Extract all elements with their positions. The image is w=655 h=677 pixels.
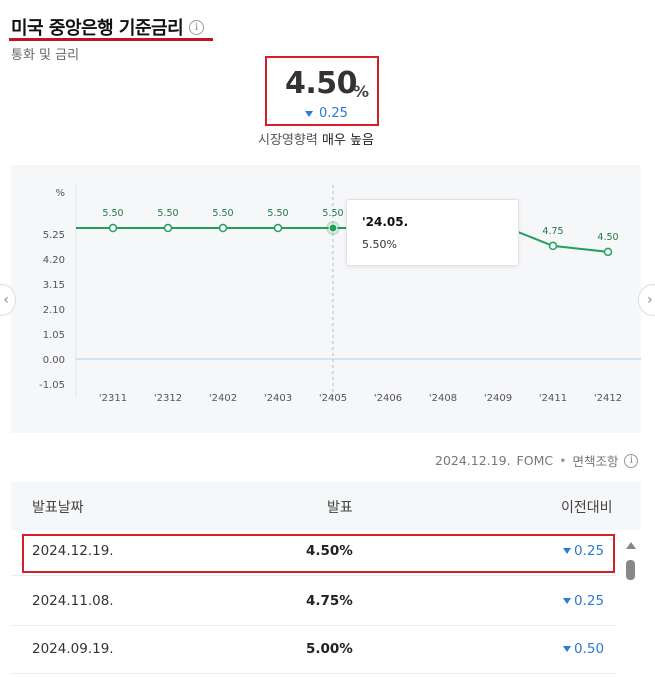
y-tick-label: 2.10	[43, 305, 65, 316]
title-underline	[9, 38, 213, 41]
data-label: 5.50	[267, 208, 288, 219]
down-arrow-icon	[563, 598, 571, 604]
current-rate-value: 4.50	[285, 66, 358, 101]
x-tick-label: '2408	[429, 393, 457, 404]
table-row[interactable]: 2024.11.08. 4.75% 0.25	[11, 580, 617, 626]
page-subtitle: 통화 및 금리	[11, 48, 80, 63]
series-line	[76, 227, 609, 253]
current-rate-box: 4.50 % 0.25	[265, 56, 379, 126]
data-point	[603, 247, 613, 257]
y-tick-label: -1.05	[39, 380, 65, 391]
data-label: 5.50	[212, 208, 233, 219]
market-impact-label: 시장영향력	[258, 133, 318, 148]
source-separator: •	[559, 453, 567, 468]
down-arrow-icon	[305, 110, 313, 117]
data-label: 4.75	[542, 226, 563, 237]
rate-change: 0.25	[305, 106, 348, 121]
x-tick-label: '2411	[539, 393, 567, 404]
x-tick-label: '2311	[99, 393, 127, 404]
data-point	[273, 223, 283, 233]
x-tick-label: '2406	[374, 393, 402, 404]
market-impact: 시장영향력 매우 높음	[258, 129, 374, 148]
y-tick-label: 3.15	[43, 280, 65, 291]
row-change: 0.25	[563, 593, 604, 609]
y-tick-label: 5.25	[43, 230, 65, 241]
source-line: 2024.12.19. FOMC • 면책조항 i	[435, 451, 639, 470]
chart-tooltip: '24.05. 5.50%	[346, 199, 519, 266]
header-date: 발표날짜	[32, 500, 84, 516]
info-icon[interactable]: i	[189, 19, 205, 35]
y-tick-label: 1.05	[43, 330, 65, 341]
disclaimer-info-icon[interactable]: i	[624, 453, 639, 468]
data-label: 4.50	[597, 232, 618, 243]
x-tick-label: '2412	[594, 393, 622, 404]
rate-chart-svg: 5.25 4.20 3.15 2.10 1.05 0.00 -1.05% '2311 '2312…	[39, 185, 641, 404]
row-value: 5.00%	[306, 641, 353, 657]
x-tick-label: '2312	[154, 393, 182, 404]
row-value: 4.75%	[306, 593, 353, 609]
data-label: 5.50	[157, 208, 178, 219]
tooltip-value: 5.50%	[362, 238, 397, 251]
x-tick-label: '2403	[264, 393, 292, 404]
x-tick-label: '2405	[319, 393, 347, 404]
chevron-left-icon: ‹	[3, 292, 9, 308]
row-change: 0.50	[563, 641, 604, 657]
scroll-thumb[interactable]	[626, 560, 635, 580]
y-tick-label: 4.20	[43, 255, 65, 266]
chevron-right-icon: ›	[647, 292, 653, 308]
x-tick-label: '2402	[209, 393, 237, 404]
data-point	[328, 223, 338, 233]
market-impact-value: 매우 높음	[321, 133, 374, 148]
down-arrow-icon	[563, 646, 571, 652]
data-label: 5.50	[102, 208, 123, 219]
data-point	[108, 223, 118, 233]
row-date: 2024.09.19.	[32, 641, 114, 657]
disclaimer-link[interactable]: 면책조항	[572, 451, 618, 470]
row-change-value: 0.50	[574, 641, 605, 657]
table-header: 발표날짜 발표 이전대비	[11, 482, 641, 530]
header-value: 발표	[327, 500, 353, 516]
data-label: 5.50	[322, 208, 343, 219]
page-title: 미국 중앙은행 기준금리	[11, 18, 184, 39]
data-point	[548, 241, 558, 251]
source-date: 2024.12.19.	[435, 453, 511, 468]
data-point	[218, 223, 228, 233]
row-date: 2024.11.08.	[32, 593, 114, 609]
tooltip-date: '24.05.	[362, 215, 409, 229]
y-unit-label: %	[55, 188, 65, 199]
current-rate-unit: %	[353, 82, 370, 101]
row-change-value: 0.25	[574, 593, 605, 609]
header-change: 이전대비	[561, 500, 613, 516]
source-org: FOMC	[516, 453, 554, 468]
data-point	[163, 223, 173, 233]
page-title-wrap: 미국 중앙은행 기준금리 i	[11, 14, 205, 40]
table-row[interactable]: 2024.09.19. 5.00% 0.50	[11, 628, 617, 674]
scroll-up-icon[interactable]	[626, 542, 636, 549]
rate-chart: 5.25 4.20 3.15 2.10 1.05 0.00 -1.05% '2311 '2312…	[11, 165, 641, 433]
table-scrollbar[interactable]	[622, 538, 638, 677]
latest-row-highlight	[22, 534, 615, 573]
x-tick-label: '2409	[484, 393, 512, 404]
y-tick-label: 0.00	[43, 355, 65, 366]
rate-change-value: 0.25	[319, 106, 348, 121]
